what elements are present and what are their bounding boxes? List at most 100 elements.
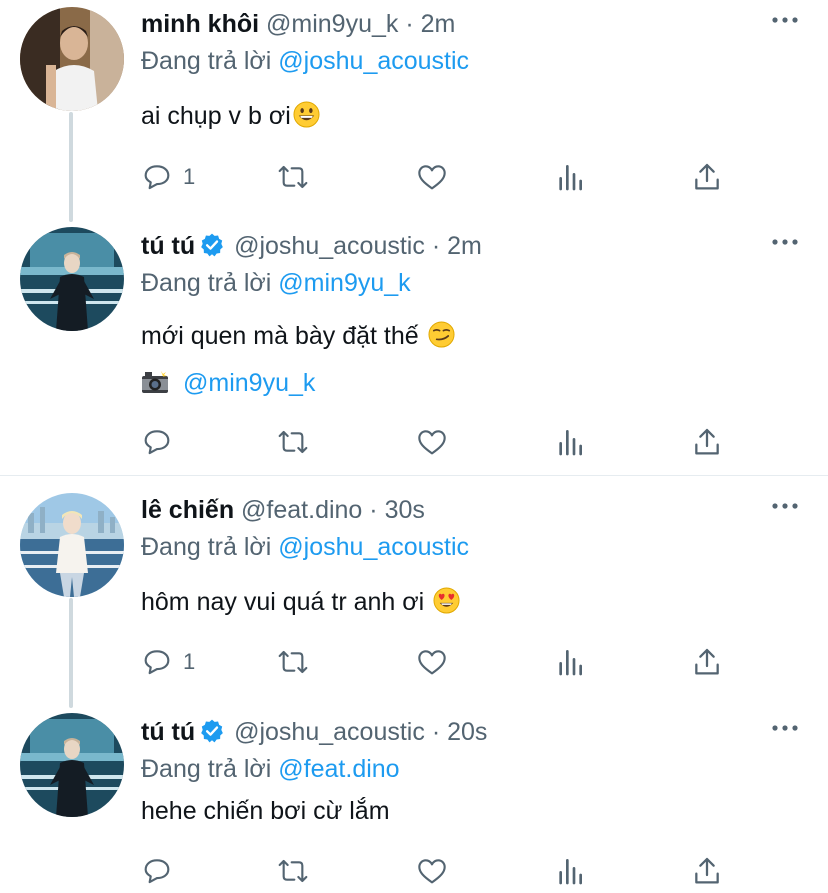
user-handle[interactable]: @feat.dino	[241, 496, 362, 524]
separator-dot: ·	[405, 10, 414, 38]
avatar-minh-khoi[interactable]	[20, 7, 124, 111]
credit-mention[interactable]: @min9yu_k	[183, 369, 315, 397]
separator-dot: ·	[431, 232, 441, 260]
reply-icon	[144, 165, 170, 190]
more-options-icon[interactable]	[770, 496, 800, 516]
share-button[interactable]	[691, 424, 723, 460]
tweet-2[interactable]: tú tú @joshu_acoustic · 2m Đang trả lời …	[0, 222, 828, 474]
user-handle[interactable]: @min9yu_k	[266, 10, 398, 38]
tweet-text: hehe chiến bơi cừ lắm	[141, 794, 390, 828]
reply-button[interactable]: 1	[141, 644, 195, 680]
tweet-header: lê chiến @feat.dino · 30s	[141, 494, 425, 526]
display-name[interactable]: lê chiến	[141, 496, 234, 524]
views-button[interactable]	[554, 853, 586, 889]
heart-icon	[418, 165, 446, 190]
share-icon	[695, 428, 719, 455]
share-button[interactable]	[691, 853, 723, 889]
share-icon	[695, 648, 719, 675]
avatar-tu-tu[interactable]	[20, 713, 124, 817]
tweet-4[interactable]: tú tú @joshu_acoustic · 20s Đang trả lời…	[0, 708, 828, 893]
retweet-button[interactable]	[277, 424, 309, 460]
tweet-actions: 1	[141, 644, 741, 680]
reply-count: 1	[183, 649, 196, 674]
like-button[interactable]	[416, 644, 448, 680]
replying-to: Đang trả lời @joshu_acoustic	[141, 531, 469, 563]
reply-button[interactable]: 1	[141, 159, 195, 195]
tweet-text-content: ai chụp v b ơi	[141, 102, 291, 130]
tweet-actions: 1	[141, 159, 741, 195]
tweet-actions	[141, 853, 741, 889]
display-name[interactable]: minh khôi	[141, 10, 259, 38]
analytics-icon	[559, 165, 582, 191]
reply-icon	[144, 859, 170, 884]
camera-with-flash-icon	[142, 371, 168, 393]
verified-badge-icon	[201, 233, 223, 257]
more-options-icon[interactable]	[770, 718, 800, 738]
replying-mention[interactable]: @min9yu_k	[278, 269, 410, 297]
display-name[interactable]: tú tú	[141, 718, 195, 746]
share-button[interactable]	[691, 644, 723, 680]
reply-button[interactable]	[141, 853, 183, 889]
tweet-header: tú tú @joshu_acoustic · 2m	[141, 230, 482, 262]
tweet-1[interactable]: minh khôi @min9yu_k · 2m Đang trả lời @j…	[0, 0, 828, 222]
avatar-le-chien[interactable]	[20, 493, 124, 597]
share-icon	[695, 857, 719, 884]
timestamp[interactable]: 30s	[385, 496, 425, 524]
tweet-text: hôm nay vui quá tr anh ơi	[141, 585, 460, 619]
replying-mention[interactable]: @feat.dino	[278, 755, 399, 783]
avatar-tu-tu[interactable]	[20, 227, 124, 331]
grinning-face-emoji-icon	[293, 101, 320, 128]
retweet-button[interactable]	[277, 644, 309, 680]
share-icon	[695, 163, 719, 190]
tweet-header: minh khôi @min9yu_k · 2m	[141, 8, 455, 40]
more-options-icon[interactable]	[770, 232, 800, 252]
retweet-button[interactable]	[277, 159, 309, 195]
timestamp[interactable]: 2m	[447, 232, 482, 260]
views-button[interactable]	[554, 159, 586, 195]
retweet-icon	[278, 650, 308, 674]
heart-icon	[418, 430, 446, 455]
analytics-icon	[559, 430, 582, 456]
smirking-face-emoji-icon	[428, 321, 455, 348]
replying-mention[interactable]: @joshu_acoustic	[278, 47, 469, 75]
tweet-3[interactable]: lê chiến @feat.dino · 30s Đang trả lời @…	[0, 486, 828, 708]
tweet-text: ai chụp v b ơi	[141, 99, 320, 133]
tweet-actions	[141, 424, 741, 460]
tweet-header: tú tú @joshu_acoustic · 20s	[141, 716, 487, 748]
replying-prefix: Đang trả lời	[141, 755, 272, 783]
replying-mention[interactable]: @joshu_acoustic	[278, 533, 469, 561]
tweet-text-content: mới quen mà bày đặt thế	[141, 322, 419, 350]
reply-count: 1	[183, 164, 196, 189]
replying-to: Đang trả lời @joshu_acoustic	[141, 45, 469, 77]
reply-icon	[144, 650, 170, 675]
like-button[interactable]	[416, 853, 448, 889]
like-button[interactable]	[416, 424, 448, 460]
analytics-icon	[559, 859, 582, 885]
retweet-icon	[278, 859, 308, 883]
display-name[interactable]: tú tú	[141, 232, 195, 260]
reply-icon	[144, 430, 170, 455]
verified-badge-icon	[201, 719, 223, 743]
views-button[interactable]	[554, 424, 586, 460]
replying-to: Đang trả lời @feat.dino	[141, 753, 400, 785]
retweet-button[interactable]	[277, 853, 309, 889]
heart-icon	[418, 859, 446, 884]
views-button[interactable]	[554, 644, 586, 680]
separator-dot: ·	[369, 496, 378, 524]
replying-prefix: Đang trả lời	[141, 47, 272, 75]
replying-prefix: Đang trả lời	[141, 269, 272, 297]
user-handle[interactable]: @joshu_acoustic	[234, 718, 425, 746]
timestamp[interactable]: 20s	[447, 718, 487, 746]
timestamp[interactable]: 2m	[421, 10, 456, 38]
reply-button[interactable]	[141, 424, 183, 460]
heart-eyes-face-emoji-icon	[433, 587, 460, 614]
tweet-text: mới quen mà bày đặt thế	[141, 319, 455, 353]
like-button[interactable]	[416, 159, 448, 195]
thread-divider	[0, 475, 828, 476]
tweet-text-content: hôm nay vui quá tr anh ơi	[141, 588, 425, 616]
retweet-icon	[278, 165, 308, 189]
retweet-icon	[278, 430, 308, 454]
share-button[interactable]	[691, 159, 723, 195]
more-options-icon[interactable]	[770, 10, 800, 30]
user-handle[interactable]: @joshu_acoustic	[234, 232, 425, 260]
